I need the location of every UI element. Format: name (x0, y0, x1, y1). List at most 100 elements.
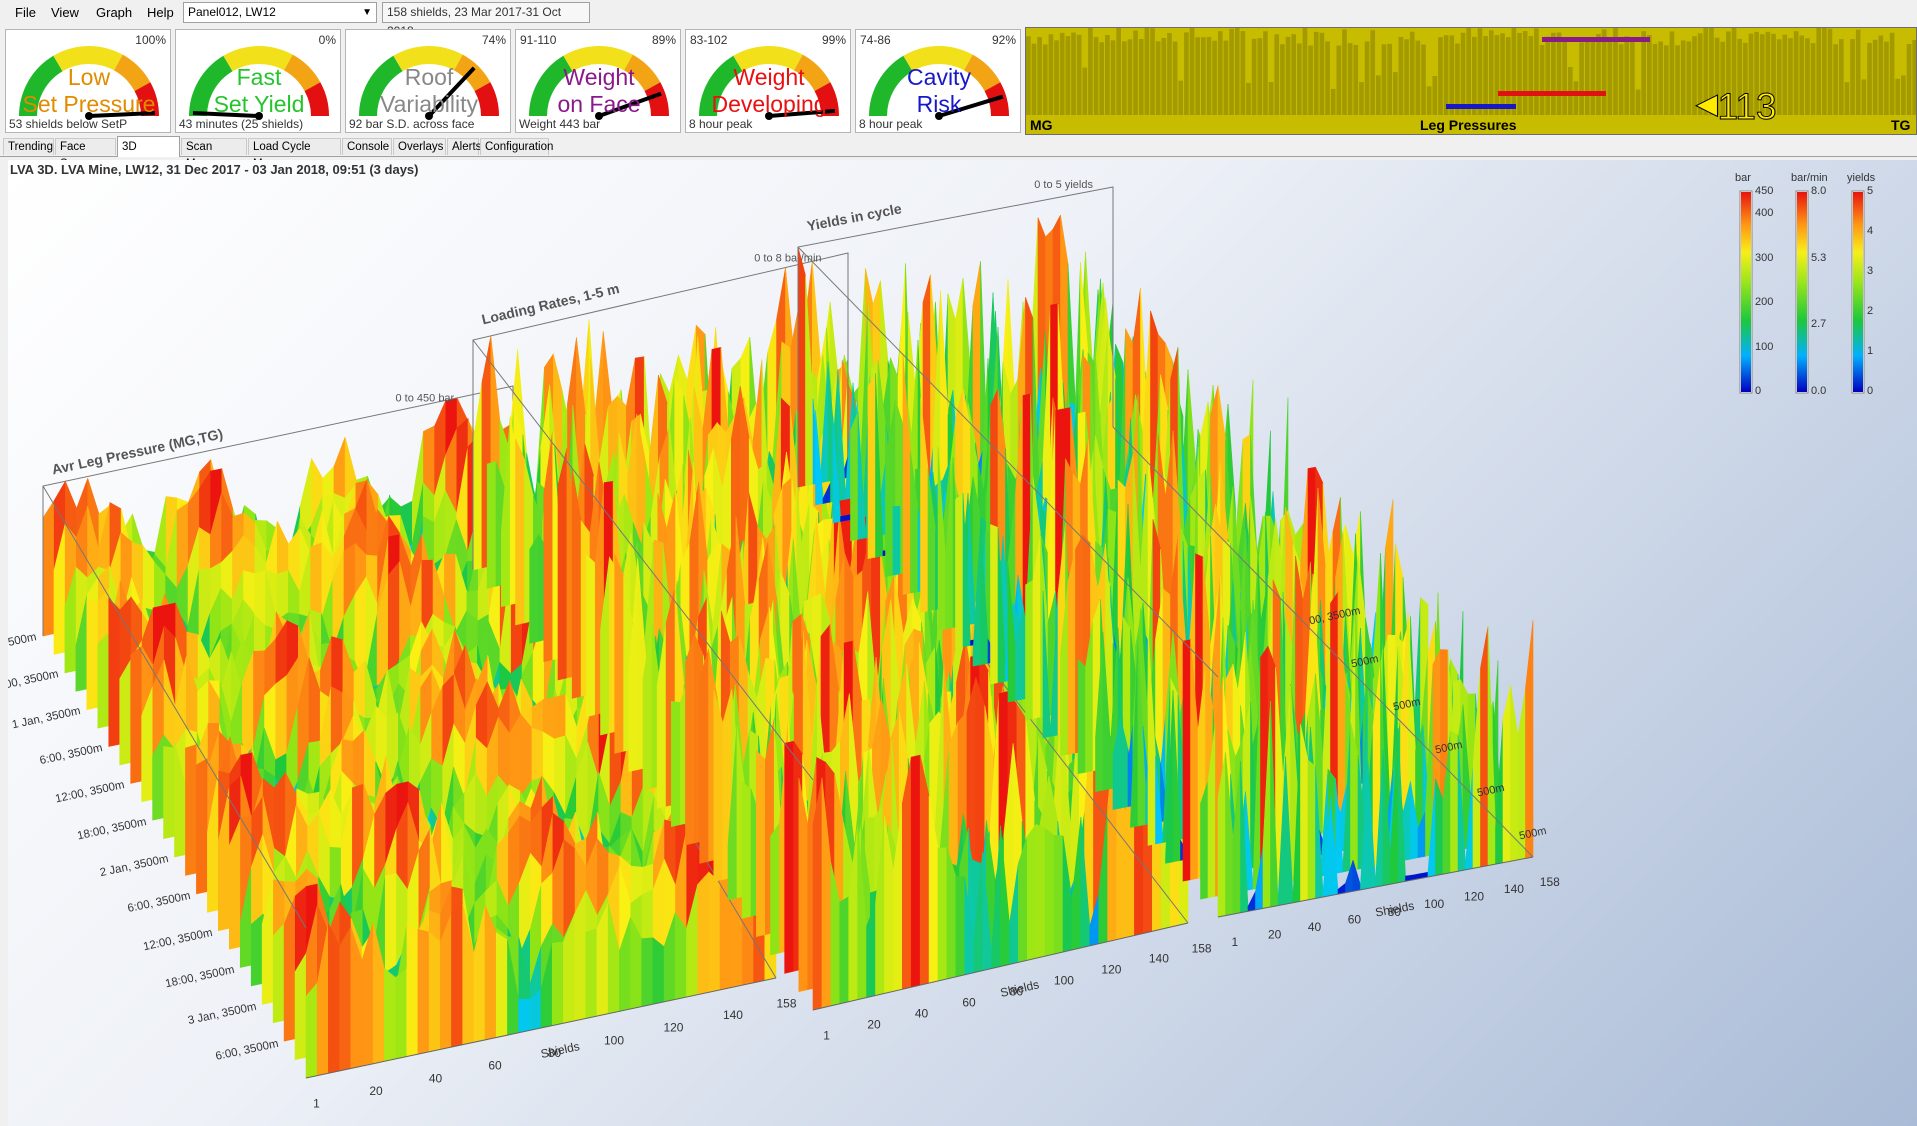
strip-bar (1669, 31, 1675, 116)
shield-tick: 158 (1540, 875, 1560, 889)
time-tick: 6:00, 3500m (39, 742, 104, 767)
gauge-row: Low Set Pressure 100% 53 shields below SetP… (0, 27, 1025, 135)
strip-bar (1889, 32, 1895, 116)
surface-cell (1026, 823, 1037, 961)
surface-cell (699, 649, 709, 864)
tab-console[interactable]: Console (342, 138, 392, 155)
strip-bar (1488, 30, 1494, 116)
strip-bar (1342, 29, 1347, 116)
strip-bar (1116, 28, 1121, 117)
surface-cell (515, 438, 525, 626)
gauge-2[interactable]: Fast Set Yield 0% 43 minutes (25 shields) (175, 29, 341, 133)
gauge-3[interactable]: Roof Variability 74% 92 bar S.D. across fac… (345, 29, 511, 133)
strip-bar (1624, 36, 1630, 116)
gauge-subtitle: 92 bar S.D. across face (349, 117, 475, 131)
strip-bar (1494, 35, 1500, 117)
strip-bar (1127, 39, 1133, 116)
strip-bar (1663, 45, 1669, 116)
tab-configuration[interactable]: Configuration (480, 138, 553, 155)
3d-view[interactable]: 1 20 40 60 80 100 120 140 158 Shields Avr Leg Pres… (8, 160, 1917, 1126)
strip-bar (1336, 45, 1342, 117)
strip-bar (1579, 42, 1584, 116)
shield-tick: 140 (1504, 882, 1524, 896)
strip-bar (1658, 41, 1663, 116)
surface-cell (708, 871, 721, 993)
surface-cell (486, 460, 497, 589)
gauge-title-line2: Set Pressure (22, 91, 156, 117)
gauge-percent: 92% (991, 33, 1016, 47)
tab-load-cycle-maps[interactable]: Load Cycle Maps (248, 138, 341, 170)
strip-bar (1432, 75, 1438, 116)
strip-bar (1048, 34, 1054, 116)
surface-cell (784, 740, 794, 974)
strip-bar (1901, 75, 1906, 116)
shield-tick: 60 (962, 996, 976, 1010)
gauge-title: Roof Variability (346, 64, 510, 118)
tab-alerts[interactable]: Alerts (447, 138, 481, 155)
strip-bar (1308, 45, 1313, 116)
strip-bar (1799, 35, 1805, 116)
strip-bar (1201, 37, 1206, 116)
strip-bar (1178, 80, 1184, 116)
strip-bar (1912, 39, 1916, 116)
strip-bar (1528, 35, 1534, 117)
strip-bar (1816, 28, 1822, 117)
time-tick: 3 Jan, 3500m (187, 1001, 258, 1027)
strip-bar (1037, 37, 1042, 116)
tab-trending[interactable]: Trending (3, 138, 54, 155)
strip-bar (1844, 82, 1850, 116)
surface-cell (328, 923, 340, 1074)
tab-bar: TrendingFace Scan3D ImagesScan MapsLoad … (0, 136, 1917, 173)
strip-bar (1421, 44, 1426, 117)
surface-cell (185, 744, 197, 876)
strip-bar (1782, 34, 1788, 117)
shield-tick: 60 (488, 1059, 502, 1073)
legend-bars (1739, 190, 1865, 394)
menu-file[interactable]: File (15, 5, 36, 20)
surface-cell (557, 447, 568, 681)
surface-cell (1077, 658, 1086, 775)
time-tick: 2 Jan, 3500m (99, 853, 170, 879)
legend-gradient (1741, 192, 1751, 392)
panel-select[interactable]: Panel012, LW12 ▼ (183, 2, 377, 23)
gauge-percent: 100% (135, 33, 166, 47)
surface-cell (713, 689, 724, 883)
strip-bar (1556, 32, 1562, 116)
legend-gradient (1797, 192, 1807, 392)
gauge-1[interactable]: Low Set Pressure 100% 53 shields below SetP (5, 29, 171, 133)
gauge-6[interactable]: Cavity Risk 74-86 92% 8 hour peak (855, 29, 1021, 133)
surface-cell (1525, 620, 1534, 859)
menu-help[interactable]: Help (147, 5, 174, 20)
strip-bar (1788, 38, 1793, 116)
menu-graph[interactable]: Graph (96, 5, 132, 20)
strip-bar (1398, 36, 1404, 116)
strip-bar (1562, 41, 1567, 116)
surface-cell (697, 871, 710, 996)
strip-bar (1534, 28, 1539, 116)
strip-bar (1026, 36, 1031, 117)
gauge-4[interactable]: Weight on Face 91-110 89% Weight 443 bar (515, 29, 681, 133)
surface-cell (1035, 823, 1046, 959)
surface-cell (1025, 579, 1034, 721)
strip-bar (1195, 37, 1201, 116)
menu-view[interactable]: View (51, 5, 79, 20)
leg-pressure-strip[interactable]: MG Leg Pressures TG (1025, 27, 1917, 135)
surface-cell (250, 913, 263, 987)
gauge-5[interactable]: Weight Developing 83-102 99% 8 hour peak (685, 29, 851, 133)
strip-bar (1054, 40, 1059, 116)
surface-cell (1182, 639, 1191, 882)
tab-3d-images[interactable]: 3D Images (117, 136, 180, 173)
strip-bar (1150, 28, 1155, 116)
surface-cell (652, 937, 665, 1005)
strip-bar (1449, 35, 1455, 116)
tab-overlays[interactable]: Overlays (393, 138, 446, 155)
shield-tick: 158 (1192, 942, 1212, 956)
strip-bar (1184, 32, 1189, 116)
time-tick: 18:00, 3500m (76, 816, 147, 842)
surface-cell (384, 873, 397, 979)
strip-bar (1884, 41, 1889, 116)
tab-face-scan[interactable]: Face Scan (55, 138, 116, 170)
surface-cell (574, 912, 587, 1022)
surface-cell (518, 999, 531, 1034)
tab-scan-maps[interactable]: Scan Maps (181, 138, 247, 170)
